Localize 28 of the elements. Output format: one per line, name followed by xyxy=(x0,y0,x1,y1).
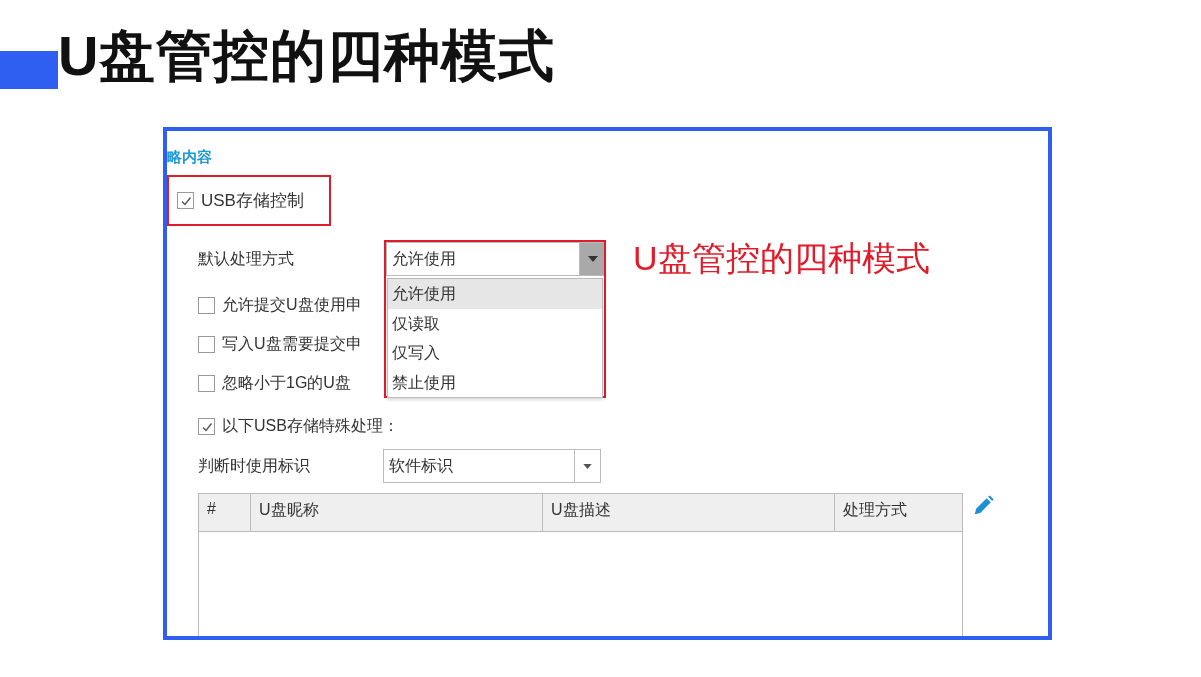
dropdown-option[interactable]: 仅读取 xyxy=(388,308,602,338)
checkbox[interactable] xyxy=(198,375,215,392)
annotation-text: U盘管控的四种模式 xyxy=(633,238,930,279)
column-header[interactable]: 处理方式 xyxy=(835,494,962,531)
slide-title: U盘管控的四种模式 xyxy=(58,22,556,89)
column-header[interactable]: # xyxy=(199,494,251,531)
checkbox-label: 写入U盘需要提交申 xyxy=(222,334,362,354)
field-label: 默认处理方式 xyxy=(198,248,295,269)
checkbox-label: USB存储控制 xyxy=(201,190,304,212)
dropdown[interactable]: 允许使用 xyxy=(386,242,606,276)
checkbox-label: 以下USB存储特殊处理： xyxy=(222,416,399,436)
checkbox[interactable] xyxy=(198,297,215,314)
checkbox[interactable] xyxy=(198,418,215,435)
section-title: 略内容 xyxy=(167,148,212,167)
checkbox[interactable] xyxy=(177,192,194,209)
dropdown-option[interactable]: 仅写入 xyxy=(388,338,602,368)
column-header[interactable]: U盘描述 xyxy=(543,494,835,531)
dropdown-option[interactable]: 禁止使用 xyxy=(388,367,602,397)
dropdown-option[interactable]: 允许使用 xyxy=(388,279,602,309)
checkbox-label: 忽略小于1G的U盘 xyxy=(222,373,351,393)
dropdown[interactable]: 软件标识 xyxy=(383,449,601,483)
checkbox-label: 允许提交U盘使用申 xyxy=(222,295,362,315)
check-icon xyxy=(179,194,192,207)
field-label: 判断时使用标识 xyxy=(198,455,311,476)
checkbox[interactable] xyxy=(198,336,215,353)
column-header[interactable]: U盘昵称 xyxy=(251,494,543,531)
check-icon xyxy=(200,420,213,433)
accent-bar xyxy=(0,50,58,89)
